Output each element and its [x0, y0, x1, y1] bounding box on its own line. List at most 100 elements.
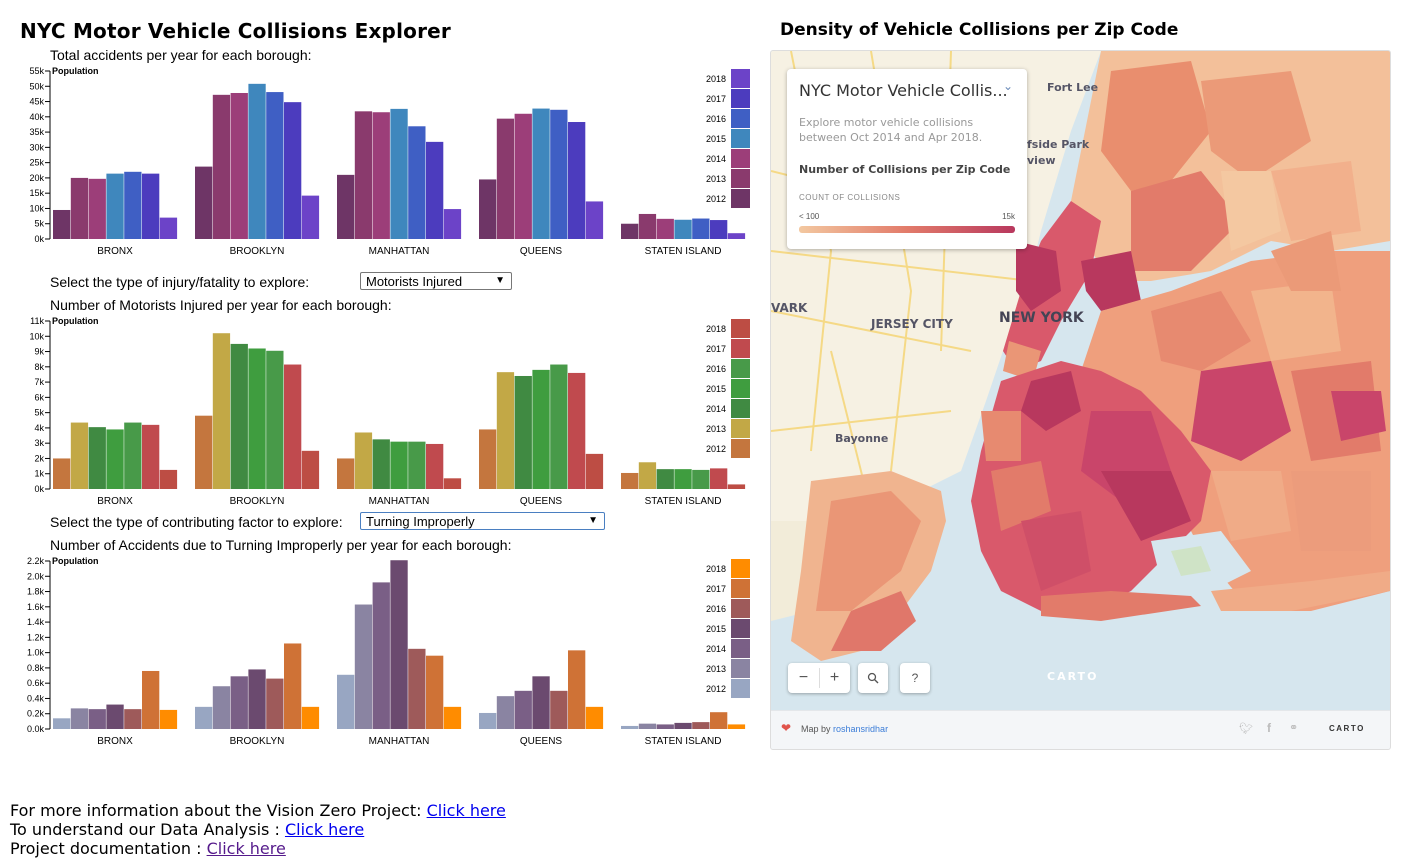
bar-brooklyn-2013[interactable]	[212, 333, 231, 489]
bar-manhattan-2017[interactable]	[426, 655, 444, 729]
bar-staten-island-2012[interactable]	[621, 725, 639, 729]
bar-manhattan-2012[interactable]	[337, 174, 355, 239]
bar-bronx-2017[interactable]	[142, 424, 160, 489]
zoom-out-button[interactable]: −	[788, 663, 819, 693]
bar-bronx-2015[interactable]	[106, 704, 124, 729]
bar-brooklyn-2018[interactable]	[301, 450, 320, 489]
bar-manhattan-2014[interactable]	[372, 439, 390, 489]
map-author-link[interactable]: roshansridhar	[833, 724, 888, 734]
bar-staten-island-2018[interactable]	[727, 233, 746, 239]
bar-brooklyn-2016[interactable]	[266, 678, 284, 729]
bar-bronx-2012[interactable]	[53, 718, 71, 729]
bar-queens-2012[interactable]	[479, 712, 497, 729]
bar-brooklyn-2013[interactable]	[212, 94, 231, 239]
bar-staten-island-2015[interactable]	[674, 722, 692, 729]
bar-bronx-2015[interactable]	[106, 173, 124, 239]
link-icon[interactable]: ⚭	[1289, 721, 1298, 734]
bar-bronx-2012[interactable]	[53, 458, 71, 489]
bar-brooklyn-2012[interactable]	[195, 166, 213, 239]
bar-queens-2017[interactable]	[568, 122, 586, 239]
bar-staten-island-2014[interactable]	[656, 469, 674, 489]
bar-staten-island-2014[interactable]	[656, 218, 674, 239]
bar-manhattan-2017[interactable]	[426, 141, 444, 239]
bar-manhattan-2014[interactable]	[372, 112, 390, 239]
bar-bronx-2017[interactable]	[142, 173, 160, 239]
bar-bronx-2013[interactable]	[70, 422, 89, 489]
bar-queens-2016[interactable]	[550, 690, 568, 729]
data-analysis-link[interactable]: Click here	[285, 820, 364, 839]
bar-bronx-2018[interactable]	[159, 709, 178, 729]
bar-queens-2015[interactable]	[532, 369, 550, 489]
bar-bronx-2014[interactable]	[88, 709, 106, 729]
bar-queens-2017[interactable]	[568, 650, 586, 729]
twitter-icon[interactable]: 🐦︎	[1239, 722, 1253, 735]
bar-manhattan-2016[interactable]	[408, 441, 426, 489]
bar-brooklyn-2015[interactable]	[248, 669, 266, 729]
bar-queens-2014[interactable]	[514, 690, 532, 729]
bar-staten-island-2016[interactable]	[692, 722, 710, 729]
bar-brooklyn-2014[interactable]	[230, 343, 248, 489]
bar-manhattan-2012[interactable]	[337, 458, 355, 489]
zoom-in-button[interactable]: +	[819, 663, 850, 693]
bar-bronx-2016[interactable]	[124, 171, 142, 239]
bar-brooklyn-2018[interactable]	[301, 195, 320, 239]
bar-brooklyn-2014[interactable]	[230, 92, 248, 239]
help-button[interactable]: ?	[900, 663, 930, 693]
bar-brooklyn-2015[interactable]	[248, 83, 266, 239]
bar-queens-2017[interactable]	[568, 372, 586, 489]
bar-manhattan-2018[interactable]	[443, 209, 462, 239]
collision-density-map[interactable]: Fort Lee fside Park view VARK JERSEY CIT…	[770, 50, 1391, 750]
bar-queens-2013[interactable]	[496, 118, 515, 239]
bar-brooklyn-2017[interactable]	[284, 102, 302, 239]
bar-queens-2018[interactable]	[585, 201, 604, 239]
bar-brooklyn-2013[interactable]	[212, 686, 231, 729]
bar-bronx-2015[interactable]	[106, 429, 124, 489]
bar-queens-2014[interactable]	[514, 375, 532, 489]
bar-bronx-2013[interactable]	[70, 177, 89, 239]
bar-bronx-2018[interactable]	[159, 469, 178, 489]
bar-queens-2018[interactable]	[585, 706, 604, 729]
bar-queens-2016[interactable]	[550, 364, 568, 489]
bar-staten-island-2017[interactable]	[710, 468, 728, 489]
bar-queens-2013[interactable]	[496, 372, 515, 489]
bar-queens-2016[interactable]	[550, 109, 568, 239]
bar-manhattan-2013[interactable]	[354, 604, 373, 729]
bar-queens-2013[interactable]	[496, 696, 515, 729]
bar-queens-2012[interactable]	[479, 429, 497, 489]
bar-brooklyn-2015[interactable]	[248, 348, 266, 489]
search-button[interactable]	[858, 663, 888, 693]
bar-staten-island-2013[interactable]	[638, 213, 657, 239]
bar-staten-island-2015[interactable]	[674, 219, 692, 239]
bar-staten-island-2016[interactable]	[692, 469, 710, 489]
bar-brooklyn-2018[interactable]	[301, 706, 320, 729]
bar-staten-island-2015[interactable]	[674, 469, 692, 489]
bar-staten-island-2018[interactable]	[727, 724, 746, 729]
bar-bronx-2018[interactable]	[159, 217, 178, 239]
bar-queens-2015[interactable]	[532, 676, 550, 729]
bar-queens-2015[interactable]	[532, 108, 550, 239]
bar-staten-island-2018[interactable]	[727, 484, 746, 489]
bar-manhattan-2018[interactable]	[443, 478, 462, 489]
bar-manhattan-2015[interactable]	[390, 560, 408, 729]
bar-bronx-2012[interactable]	[53, 209, 71, 239]
bar-manhattan-2015[interactable]	[390, 441, 408, 489]
bar-brooklyn-2016[interactable]	[266, 350, 284, 489]
bar-queens-2012[interactable]	[479, 179, 497, 239]
vision-zero-link[interactable]: Click here	[427, 801, 506, 820]
bar-bronx-2014[interactable]	[88, 178, 106, 239]
bar-staten-island-2012[interactable]	[621, 223, 639, 239]
bar-brooklyn-2016[interactable]	[266, 92, 284, 240]
bar-brooklyn-2017[interactable]	[284, 643, 302, 729]
bar-brooklyn-2012[interactable]	[195, 706, 213, 729]
bar-bronx-2014[interactable]	[88, 427, 106, 489]
bar-staten-island-2013[interactable]	[638, 723, 657, 729]
carto-logo[interactable]: CARTO	[1329, 724, 1365, 733]
bar-manhattan-2016[interactable]	[408, 648, 426, 729]
bar-queens-2018[interactable]	[585, 453, 604, 489]
bar-brooklyn-2012[interactable]	[195, 415, 213, 489]
bar-manhattan-2013[interactable]	[354, 111, 373, 239]
bar-manhattan-2013[interactable]	[354, 432, 373, 489]
bar-manhattan-2016[interactable]	[408, 126, 426, 239]
bar-staten-island-2013[interactable]	[638, 462, 657, 489]
bar-manhattan-2015[interactable]	[390, 108, 408, 239]
